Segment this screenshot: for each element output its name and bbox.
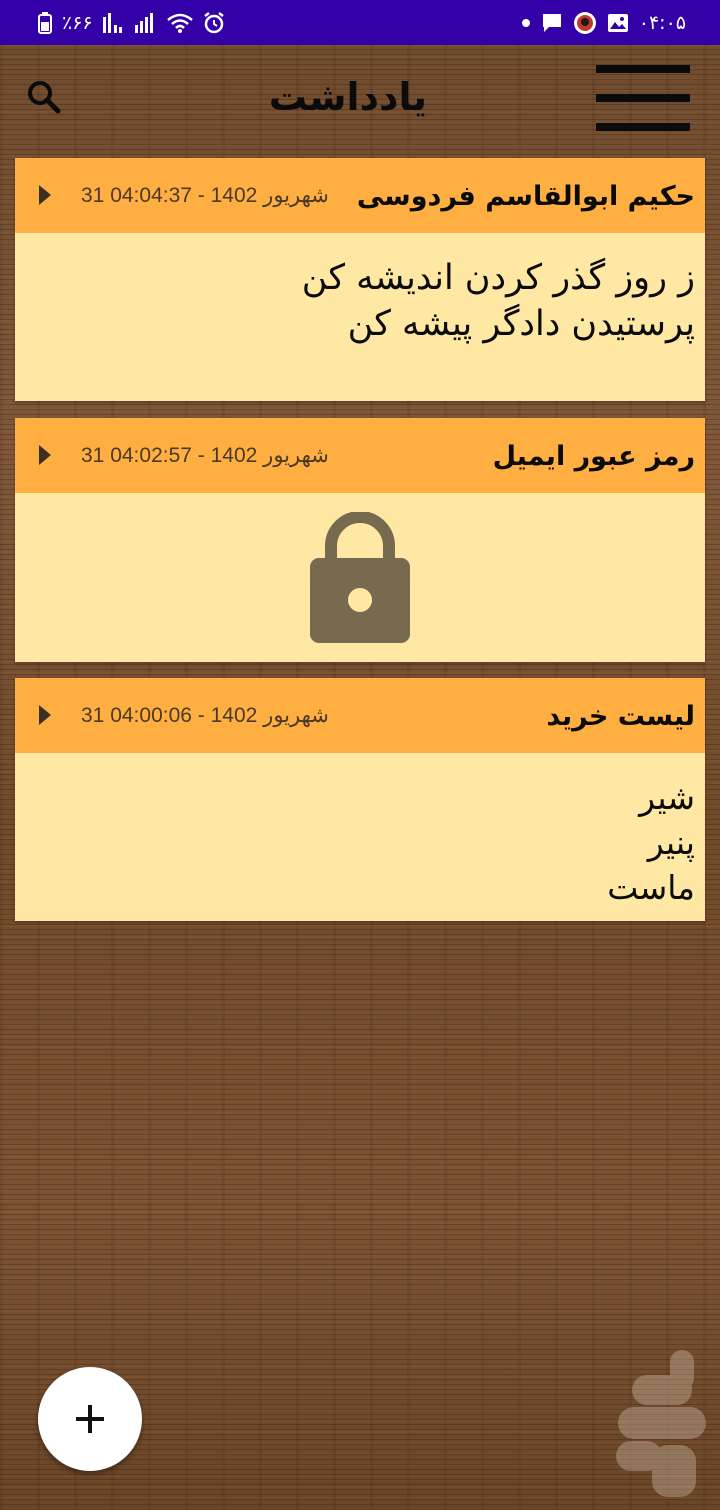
message-icon bbox=[541, 13, 563, 33]
status-bar: ٪۶۶ ۰۴:۰۵ bbox=[0, 0, 720, 45]
note-title: حکیم ابوالقاسم فردوسی bbox=[356, 181, 695, 212]
status-bar-right: ۰۴:۰۵ bbox=[521, 11, 686, 35]
hamburger-menu-icon-bar bbox=[596, 123, 690, 131]
note-body-line: پرستیدن دادگر پیشه کن bbox=[347, 304, 695, 344]
hamburger-menu-icon-bar bbox=[596, 94, 690, 102]
note-body-line: شیر bbox=[639, 778, 695, 817]
note-date: 31 شهریور 1402 - 04:00:06 bbox=[81, 704, 329, 727]
play-arrow-icon[interactable] bbox=[37, 444, 53, 466]
note-date: 31 شهریور 1402 - 04:04:37 bbox=[81, 184, 329, 207]
search-icon bbox=[28, 81, 61, 114]
battery-icon bbox=[38, 11, 52, 34]
dot-icon bbox=[521, 18, 531, 28]
menu-button[interactable] bbox=[592, 63, 692, 133]
app-bar: یادداشت bbox=[0, 45, 720, 150]
battery-percent: ٪۶۶ bbox=[62, 11, 93, 34]
lock-icon bbox=[310, 511, 410, 643]
image-icon bbox=[607, 13, 629, 33]
wifi-icon bbox=[166, 13, 193, 33]
note-card[interactable]: 31 شهریور 1402 - 04:04:37 حکیم ابوالقاسم… bbox=[15, 158, 705, 401]
status-bar-left: ٪۶۶ bbox=[38, 11, 225, 34]
add-note-button[interactable] bbox=[38, 1367, 142, 1471]
store-watermark-logo bbox=[616, 1350, 706, 1497]
note-body: شیر پنیر ماست bbox=[15, 753, 705, 910]
note-header: 31 شهریور 1402 - 04:04:37 حکیم ابوالقاسم… bbox=[15, 158, 705, 233]
signal-icon bbox=[102, 12, 125, 33]
clock: ۰۴:۰۵ bbox=[638, 11, 686, 34]
note-card-locked[interactable]: 31 شهریور 1402 - 04:02:57 رمز عبور ایمیل bbox=[15, 418, 705, 662]
note-body-line: ماست bbox=[607, 868, 695, 907]
alarm-icon bbox=[203, 11, 225, 34]
plus-icon bbox=[76, 1405, 104, 1433]
note-header: 31 شهریور 1402 - 04:00:06 لیست خرید bbox=[15, 678, 705, 753]
play-arrow-icon[interactable] bbox=[37, 704, 53, 726]
note-date: 31 شهریور 1402 - 04:02:57 bbox=[81, 444, 329, 467]
app-notification-icon bbox=[573, 11, 597, 35]
note-body-line: پنیر bbox=[647, 823, 695, 862]
note-body bbox=[15, 493, 705, 662]
note-body: ز روز گذر کردن اندیشه کن پرستیدن دادگر پ… bbox=[15, 233, 705, 347]
signal-icon-2 bbox=[134, 12, 157, 33]
note-title: رمز عبور ایمیل bbox=[492, 441, 695, 472]
note-card[interactable]: 31 شهریور 1402 - 04:00:06 لیست خرید شیر … bbox=[15, 678, 705, 921]
note-header: 31 شهریور 1402 - 04:02:57 رمز عبور ایمیل bbox=[15, 418, 705, 493]
play-arrow-icon[interactable] bbox=[37, 184, 53, 206]
page-title: یادداشت bbox=[268, 75, 428, 119]
note-title: لیست خرید bbox=[546, 701, 695, 732]
hamburger-menu-icon bbox=[596, 65, 690, 73]
search-button[interactable] bbox=[22, 75, 66, 119]
note-body-line: ز روز گذر کردن اندیشه کن bbox=[301, 258, 695, 298]
